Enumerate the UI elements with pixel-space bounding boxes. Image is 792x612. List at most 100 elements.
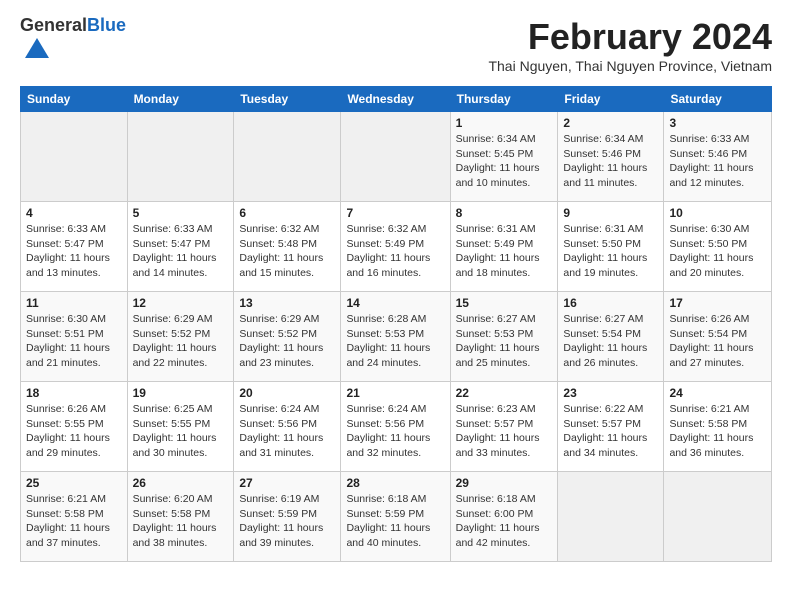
calendar-day-cell: 20 Sunrise: 6:24 AM Sunset: 5:56 PM Dayli… [234, 382, 341, 472]
calendar-day-cell: 2 Sunrise: 6:34 AM Sunset: 5:46 PM Daylig… [558, 112, 664, 202]
day-number: 2 [563, 116, 658, 130]
calendar-week-row: 4 Sunrise: 6:33 AM Sunset: 5:47 PM Daylig… [21, 202, 772, 292]
day-info: Sunrise: 6:22 AM Sunset: 5:57 PM Dayligh… [563, 402, 658, 461]
day-info: Sunrise: 6:28 AM Sunset: 5:53 PM Dayligh… [346, 312, 444, 371]
day-info: Sunrise: 6:32 AM Sunset: 5:48 PM Dayligh… [239, 222, 335, 281]
day-info: Sunrise: 6:33 AM Sunset: 5:47 PM Dayligh… [26, 222, 122, 281]
weekday-header-cell: Saturday [664, 87, 772, 112]
day-number: 4 [26, 206, 122, 220]
day-number: 7 [346, 206, 444, 220]
month-title: February 2024 [488, 16, 772, 58]
day-number: 28 [346, 476, 444, 490]
day-number: 8 [456, 206, 553, 220]
day-info: Sunrise: 6:26 AM Sunset: 5:55 PM Dayligh… [26, 402, 122, 461]
day-info: Sunrise: 6:19 AM Sunset: 5:59 PM Dayligh… [239, 492, 335, 551]
calendar-day-cell: 28 Sunrise: 6:18 AM Sunset: 5:59 PM Dayli… [341, 472, 450, 562]
calendar-day-cell: 23 Sunrise: 6:22 AM Sunset: 5:57 PM Dayli… [558, 382, 664, 472]
logo-icon [23, 36, 51, 64]
day-info: Sunrise: 6:18 AM Sunset: 6:00 PM Dayligh… [456, 492, 553, 551]
day-info: Sunrise: 6:29 AM Sunset: 5:52 PM Dayligh… [239, 312, 335, 371]
calendar-day-cell: 12 Sunrise: 6:29 AM Sunset: 5:52 PM Dayli… [127, 292, 234, 382]
day-info: Sunrise: 6:34 AM Sunset: 5:46 PM Dayligh… [563, 132, 658, 191]
day-info: Sunrise: 6:31 AM Sunset: 5:49 PM Dayligh… [456, 222, 553, 281]
subtitle: Thai Nguyen, Thai Nguyen Province, Vietn… [488, 58, 772, 74]
day-number: 15 [456, 296, 553, 310]
day-info: Sunrise: 6:31 AM Sunset: 5:50 PM Dayligh… [563, 222, 658, 281]
day-info: Sunrise: 6:27 AM Sunset: 5:54 PM Dayligh… [563, 312, 658, 371]
calendar-day-cell: 18 Sunrise: 6:26 AM Sunset: 5:55 PM Dayli… [21, 382, 128, 472]
calendar-day-cell: 26 Sunrise: 6:20 AM Sunset: 5:58 PM Dayli… [127, 472, 234, 562]
logo: GeneralBlue [20, 16, 126, 69]
day-info: Sunrise: 6:20 AM Sunset: 5:58 PM Dayligh… [133, 492, 229, 551]
calendar-week-row: 25 Sunrise: 6:21 AM Sunset: 5:58 PM Dayli… [21, 472, 772, 562]
calendar-day-cell: 5Sunrise: 6:33 AM Sunset: 5:47 PM Daylig… [127, 202, 234, 292]
weekday-header-cell: Monday [127, 87, 234, 112]
day-info: Sunrise: 6:29 AM Sunset: 5:52 PM Dayligh… [133, 312, 229, 371]
calendar-day-cell: 7 Sunrise: 6:32 AM Sunset: 5:49 PM Daylig… [341, 202, 450, 292]
calendar-day-cell: 22Sunrise: 6:23 AM Sunset: 5:57 PM Dayli… [450, 382, 558, 472]
calendar-day-cell: 3 Sunrise: 6:33 AM Sunset: 5:46 PM Daylig… [664, 112, 772, 202]
calendar-day-cell: 16 Sunrise: 6:27 AM Sunset: 5:54 PM Dayli… [558, 292, 664, 382]
calendar-day-cell: 6 Sunrise: 6:32 AM Sunset: 5:48 PM Daylig… [234, 202, 341, 292]
day-info: Sunrise: 6:32 AM Sunset: 5:49 PM Dayligh… [346, 222, 444, 281]
calendar-day-cell: 8 Sunrise: 6:31 AM Sunset: 5:49 PM Daylig… [450, 202, 558, 292]
day-number: 11 [26, 296, 122, 310]
calendar-day-cell [341, 112, 450, 202]
day-info: Sunrise: 6:23 AM Sunset: 5:57 PM Dayligh… [456, 402, 553, 461]
day-info: Sunrise: 6:24 AM Sunset: 5:56 PM Dayligh… [239, 402, 335, 461]
calendar-day-cell: 4 Sunrise: 6:33 AM Sunset: 5:47 PM Daylig… [21, 202, 128, 292]
day-info: Sunrise: 6:24 AM Sunset: 5:56 PM Dayligh… [346, 402, 444, 461]
day-info: Sunrise: 6:27 AM Sunset: 5:53 PM Dayligh… [456, 312, 553, 371]
weekday-header-cell: Thursday [450, 87, 558, 112]
day-number: 23 [563, 386, 658, 400]
logo-blue-text: Blue [87, 15, 126, 35]
day-number: 14 [346, 296, 444, 310]
calendar-day-cell [21, 112, 128, 202]
day-number: 25 [26, 476, 122, 490]
day-info: Sunrise: 6:33 AM Sunset: 5:47 PM Dayligh… [133, 222, 229, 281]
day-number: 13 [239, 296, 335, 310]
weekday-header-cell: Tuesday [234, 87, 341, 112]
calendar-week-row: 11 Sunrise: 6:30 AM Sunset: 5:51 PM Dayli… [21, 292, 772, 382]
calendar-body: 1 Sunrise: 6:34 AM Sunset: 5:45 PM Daylig… [21, 112, 772, 562]
day-number: 24 [669, 386, 766, 400]
logo-general-text: General [20, 15, 87, 35]
day-number: 20 [239, 386, 335, 400]
day-info: Sunrise: 6:21 AM Sunset: 5:58 PM Dayligh… [26, 492, 122, 551]
day-number: 12 [133, 296, 229, 310]
calendar-day-cell: 21 Sunrise: 6:24 AM Sunset: 5:56 PM Dayli… [341, 382, 450, 472]
day-number: 9 [563, 206, 658, 220]
calendar-day-cell [127, 112, 234, 202]
calendar-day-cell: 24 Sunrise: 6:21 AM Sunset: 5:58 PM Dayli… [664, 382, 772, 472]
day-number: 16 [563, 296, 658, 310]
calendar-day-cell [558, 472, 664, 562]
day-info: Sunrise: 6:26 AM Sunset: 5:54 PM Dayligh… [669, 312, 766, 371]
day-number: 21 [346, 386, 444, 400]
day-number: 10 [669, 206, 766, 220]
day-number: 6 [239, 206, 335, 220]
day-info: Sunrise: 6:25 AM Sunset: 5:55 PM Dayligh… [133, 402, 229, 461]
day-info: Sunrise: 6:30 AM Sunset: 5:51 PM Dayligh… [26, 312, 122, 371]
day-info: Sunrise: 6:33 AM Sunset: 5:46 PM Dayligh… [669, 132, 766, 191]
calendar-day-cell: 1 Sunrise: 6:34 AM Sunset: 5:45 PM Daylig… [450, 112, 558, 202]
day-info: Sunrise: 6:18 AM Sunset: 5:59 PM Dayligh… [346, 492, 444, 551]
day-info: Sunrise: 6:30 AM Sunset: 5:50 PM Dayligh… [669, 222, 766, 281]
day-info: Sunrise: 6:34 AM Sunset: 5:45 PM Dayligh… [456, 132, 553, 191]
weekday-header-row: SundayMondayTuesdayWednesdayThursdayFrid… [21, 87, 772, 112]
calendar-day-cell: 19Sunrise: 6:25 AM Sunset: 5:55 PM Dayli… [127, 382, 234, 472]
day-number: 26 [133, 476, 229, 490]
weekday-header-cell: Sunday [21, 87, 128, 112]
day-number: 18 [26, 386, 122, 400]
calendar-day-cell: 11 Sunrise: 6:30 AM Sunset: 5:51 PM Dayli… [21, 292, 128, 382]
calendar-week-row: 1 Sunrise: 6:34 AM Sunset: 5:45 PM Daylig… [21, 112, 772, 202]
calendar-day-cell: 27Sunrise: 6:19 AM Sunset: 5:59 PM Dayli… [234, 472, 341, 562]
day-info: Sunrise: 6:21 AM Sunset: 5:58 PM Dayligh… [669, 402, 766, 461]
calendar-day-cell: 25 Sunrise: 6:21 AM Sunset: 5:58 PM Dayli… [21, 472, 128, 562]
day-number: 3 [669, 116, 766, 130]
calendar-table: SundayMondayTuesdayWednesdayThursdayFrid… [20, 86, 772, 562]
day-number: 1 [456, 116, 553, 130]
page-header: GeneralBlue February 2024 Thai Nguyen, T… [20, 16, 772, 82]
calendar-day-cell: 10 Sunrise: 6:30 AM Sunset: 5:50 PM Dayli… [664, 202, 772, 292]
calendar-day-cell: 15 Sunrise: 6:27 AM Sunset: 5:53 PM Dayli… [450, 292, 558, 382]
day-number: 17 [669, 296, 766, 310]
